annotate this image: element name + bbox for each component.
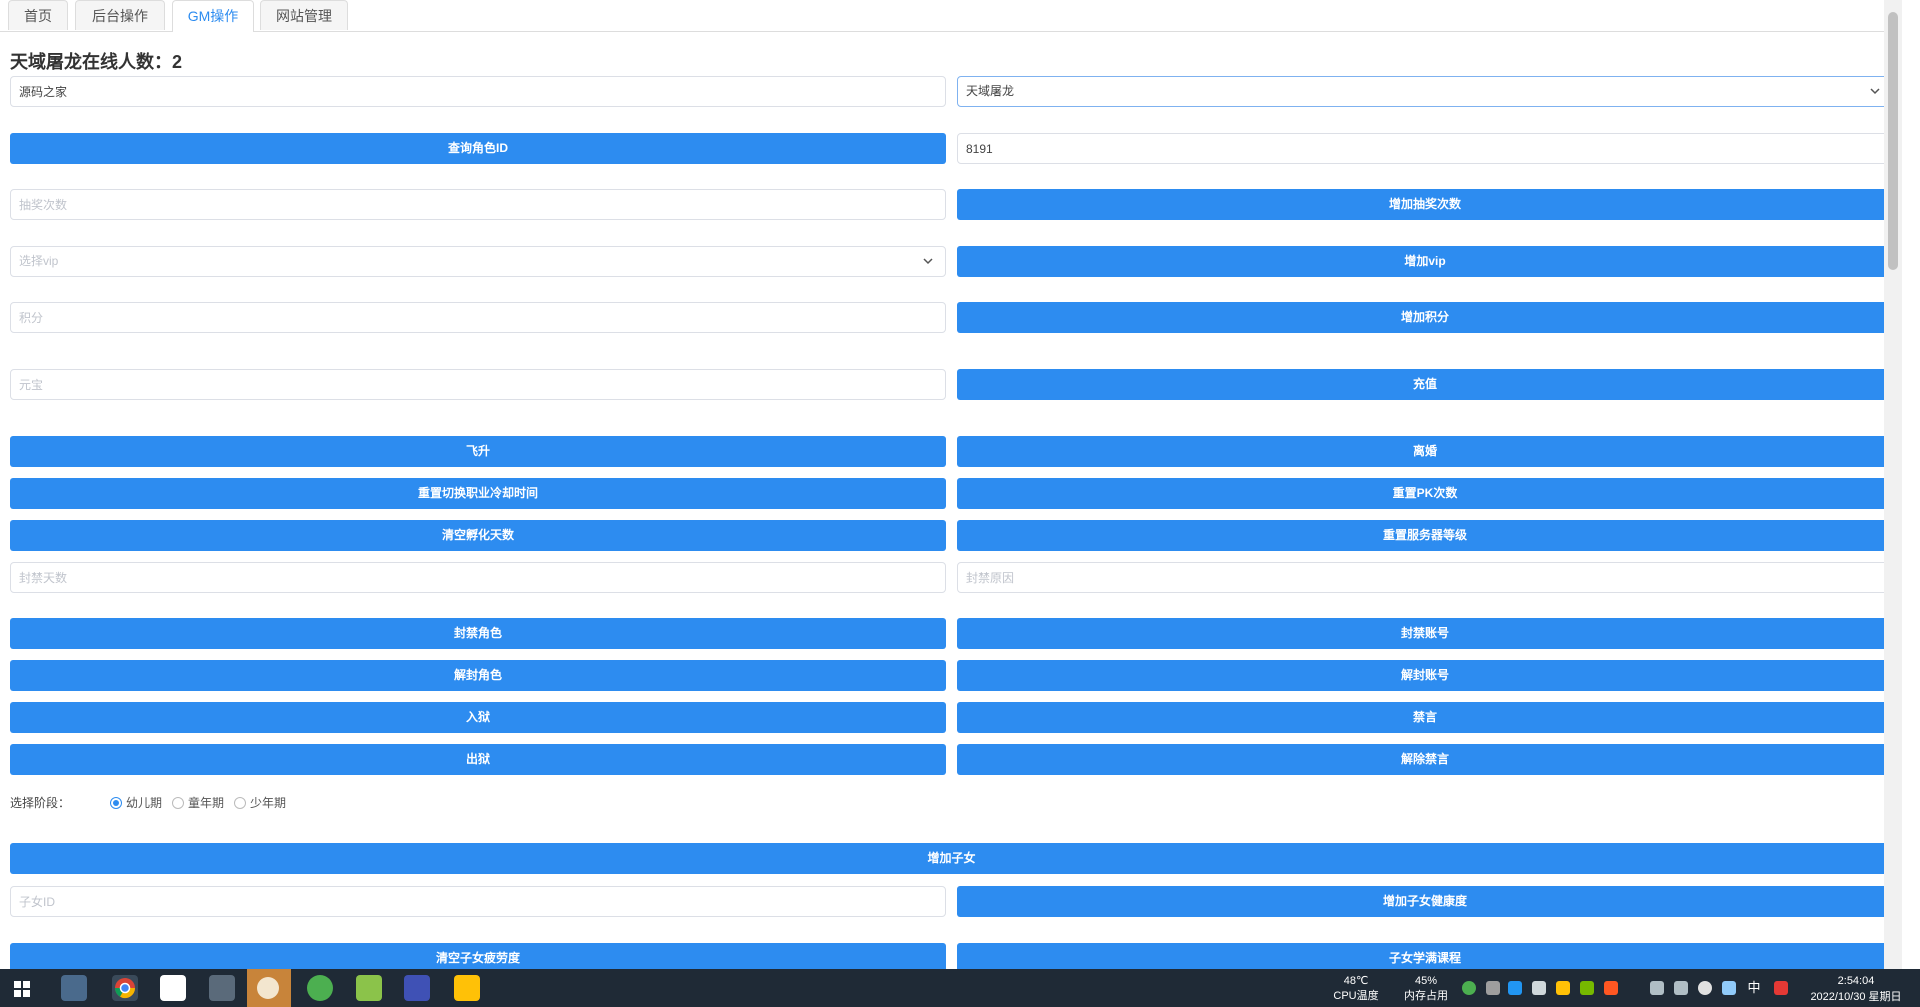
tab-home[interactable]: 首页 [8,0,68,30]
clock-time[interactable]: 2:54:04 [1800,974,1912,988]
mute-button[interactable]: 禁言 [957,702,1893,733]
stage-label: 选择阶段： [10,796,71,810]
jail-button[interactable]: 入狱 [10,702,946,733]
online-count-heading: 天域屠龙在线人数：2 [10,52,183,72]
chevron-down-icon [923,258,933,265]
stage-radio-infant[interactable]: 幼儿期 [110,794,162,811]
reset-pk-button[interactable]: 重置PK次数 [957,478,1893,509]
tab-site-admin[interactable]: 网站管理 [260,0,348,30]
stage-option-label: 童年期 [188,796,225,810]
child-id-input[interactable] [10,886,946,917]
chevron-down-icon [1870,88,1880,95]
gm-page: 首页 后台操作 GM操作 网站管理 天域屠龙在线人数：2 天域屠龙 查询角色ID… [0,0,1902,969]
chat-app-icon[interactable] [454,975,480,1001]
ban-role-button[interactable]: 封禁角色 [10,618,946,649]
role-id-input[interactable] [957,133,1893,164]
ascend-button[interactable]: 飞升 [10,436,946,467]
unban-role-button[interactable]: 解封角色 [10,660,946,691]
ban-reason-input[interactable] [957,562,1893,593]
unban-account-button[interactable]: 解封账号 [957,660,1893,691]
stage-option-label: 幼儿期 [126,796,163,810]
unmute-button[interactable]: 解除禁言 [957,744,1893,775]
vip-select-placeholder: 选择vip [19,254,59,268]
chrome-icon [114,978,136,999]
query-role-id-button[interactable]: 查询角色ID [10,133,946,164]
tray-nvidia-icon[interactable] [1580,981,1594,995]
ban-account-button[interactable]: 封禁账号 [957,618,1893,649]
active-app-slot[interactable] [247,969,291,1007]
stage-radio-childhood[interactable]: 童年期 [172,794,224,811]
windows-start-icon[interactable] [14,981,30,997]
vip-select[interactable]: 选择vip [10,246,946,277]
recharge-button[interactable]: 充值 [957,369,1893,400]
tray-orange-icon[interactable] [1604,981,1618,995]
reset-server-level-button[interactable]: 重置服务器等级 [957,520,1893,551]
tray-chat-icon[interactable] [1556,981,1570,995]
ingot-input[interactable] [10,369,946,400]
add-child-health-button[interactable]: 增加子女健康度 [957,886,1893,917]
add-lottery-button[interactable]: 增加抽奖次数 [957,189,1893,220]
divorce-button[interactable]: 离婚 [957,436,1893,467]
radio-unchecked-icon [234,797,246,809]
page-scrollbar[interactable] [1884,0,1902,969]
mem-usage-value: 45% [1414,975,1438,987]
qq-icon[interactable] [1698,981,1712,995]
clear-hatch-button[interactable]: 清空孵化天数 [10,520,946,551]
server-select[interactable]: 天域屠龙 [957,76,1893,107]
tab-gm[interactable]: GM操作 [172,0,254,32]
tray-cloud-icon[interactable] [1722,981,1736,995]
chrome-taskbar-slot[interactable] [112,975,138,1001]
tab-bar: 首页 后台操作 GM操作 网站管理 [0,0,1894,32]
clear-child-fatigue-button[interactable]: 清空子女疲劳度 [10,943,946,969]
clock-date[interactable]: 2022/10/30 星期日 [1800,990,1912,1004]
account-input[interactable] [10,76,946,107]
radio-unchecked-icon [172,797,184,809]
file-explorer-icon[interactable] [61,975,87,1001]
tray-user-icon[interactable] [1486,981,1500,995]
anchor-app-icon [257,977,279,999]
scrollbar-thumb[interactable] [1888,12,1898,270]
refresh-app-icon[interactable] [307,975,333,1001]
cpu-temp-value: 48℃ [1343,975,1369,987]
tray-blue-icon[interactable] [1508,981,1522,995]
add-child-button[interactable]: 增加子女 [10,843,1893,874]
lottery-count-input[interactable] [10,189,946,220]
tab-backend[interactable]: 后台操作 [75,0,165,30]
reset-job-cooldown-button[interactable]: 重置切换职业冷却时间 [10,478,946,509]
stage-option-label: 少年期 [250,796,287,810]
tray-monitor-icon[interactable] [1532,981,1546,995]
add-points-button[interactable]: 增加积分 [957,302,1893,333]
remote-desktop-icon[interactable] [209,975,235,1001]
network-app-icon[interactable] [404,975,430,1001]
child-full-courses-button[interactable]: 子女学满课程 [957,943,1893,969]
add-vip-button[interactable]: 增加vip [957,246,1893,277]
tray-green-icon[interactable] [1462,981,1476,995]
stage-radio-youth[interactable]: 少年期 [234,794,286,811]
mem-usage-label: 内存占用 [1404,990,1448,1002]
network-icon[interactable] [1650,981,1664,995]
baidu-netdisk-icon[interactable] [160,975,186,1001]
cpu-temp-label: CPU温度 [1333,990,1379,1002]
radio-checked-icon [110,797,122,809]
server-select-value: 天域屠龙 [966,84,1015,98]
release-button[interactable]: 出狱 [10,744,946,775]
sogou-ime-icon[interactable] [1774,981,1788,995]
ban-days-input[interactable] [10,562,946,593]
volume-icon[interactable] [1674,981,1688,995]
ime-indicator[interactable]: 中 [1744,981,1764,995]
os-taskbar: 48℃ CPU温度 45% 内存占用 中 2:54:04 2022/10/30 … [0,969,1920,1007]
notepad-icon[interactable] [356,975,382,1001]
points-input[interactable] [10,302,946,333]
